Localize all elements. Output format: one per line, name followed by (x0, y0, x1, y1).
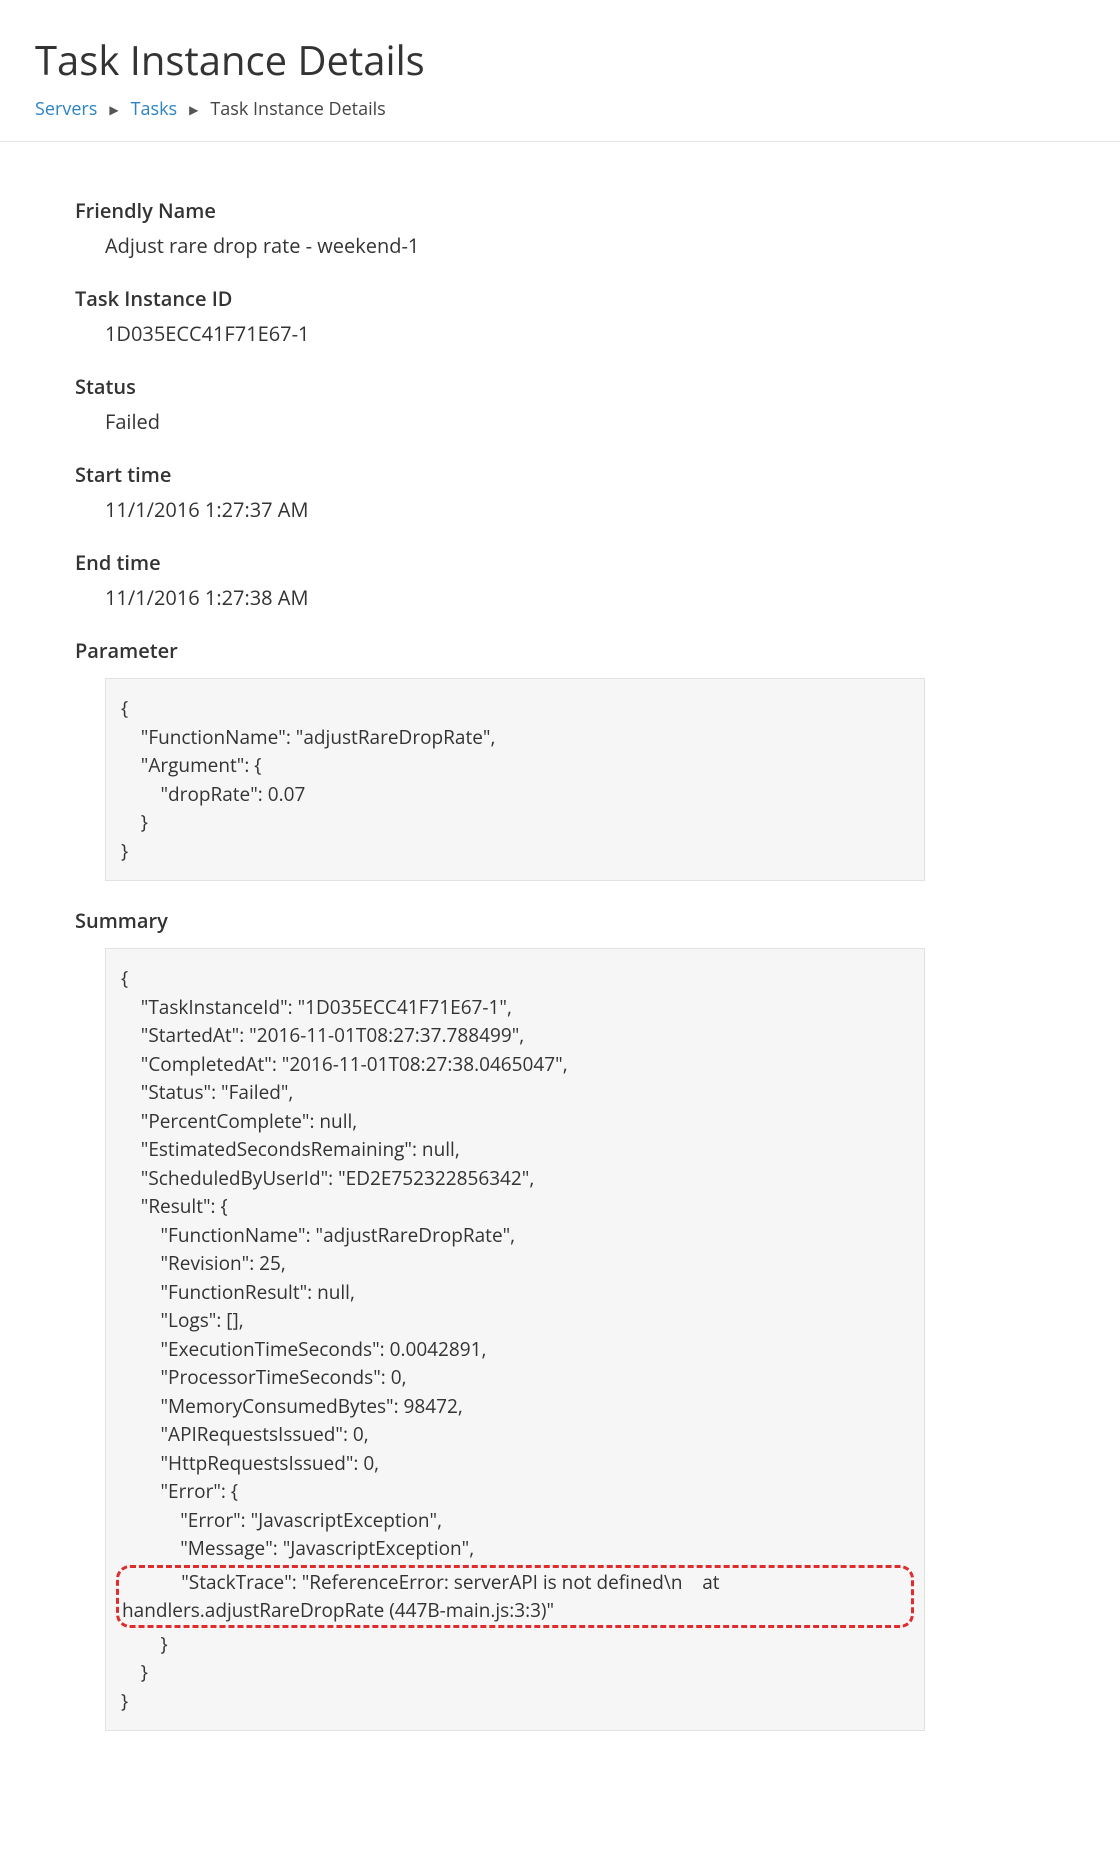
parameter-code-block: { "FunctionName": "adjustRareDropRate", … (105, 678, 925, 881)
summary-post: } } } (121, 1631, 168, 1714)
page-title: Task Instance Details (35, 10, 1085, 93)
breadcrumb: Servers ▶ Tasks ▶ Task Instance Details (35, 93, 1085, 121)
label-summary: Summary (75, 907, 1045, 934)
value-friendly-name: Adjust rare drop rate - weekend-1 (75, 224, 1045, 259)
breadcrumb-current: Task Instance Details (210, 97, 385, 121)
value-task-instance-id: 1D035ECC41F71E67-1 (75, 312, 1045, 347)
label-parameter: Parameter (75, 637, 1045, 664)
chevron-right-icon: ▶ (109, 101, 118, 118)
label-task-instance-id: Task Instance ID (75, 285, 1045, 312)
breadcrumb-tasks[interactable]: Tasks (131, 97, 178, 121)
value-status: Failed (75, 400, 1045, 435)
chevron-right-icon: ▶ (189, 101, 198, 118)
label-start-time: Start time (75, 461, 1045, 488)
label-end-time: End time (75, 549, 1045, 576)
label-friendly-name: Friendly Name (75, 197, 1045, 224)
summary-code-block: { "TaskInstanceId": "1D035ECC41F71E67-1"… (105, 948, 925, 1731)
label-status: Status (75, 373, 1045, 400)
summary-error-highlight: "StackTrace": "ReferenceError: serverAPI… (116, 1565, 914, 1628)
summary-pre: { "TaskInstanceId": "1D035ECC41F71E67-1"… (121, 965, 568, 1561)
breadcrumb-servers[interactable]: Servers (35, 97, 97, 121)
value-start-time: 11/1/2016 1:27:37 AM (75, 488, 1045, 523)
value-end-time: 11/1/2016 1:27:38 AM (75, 576, 1045, 611)
